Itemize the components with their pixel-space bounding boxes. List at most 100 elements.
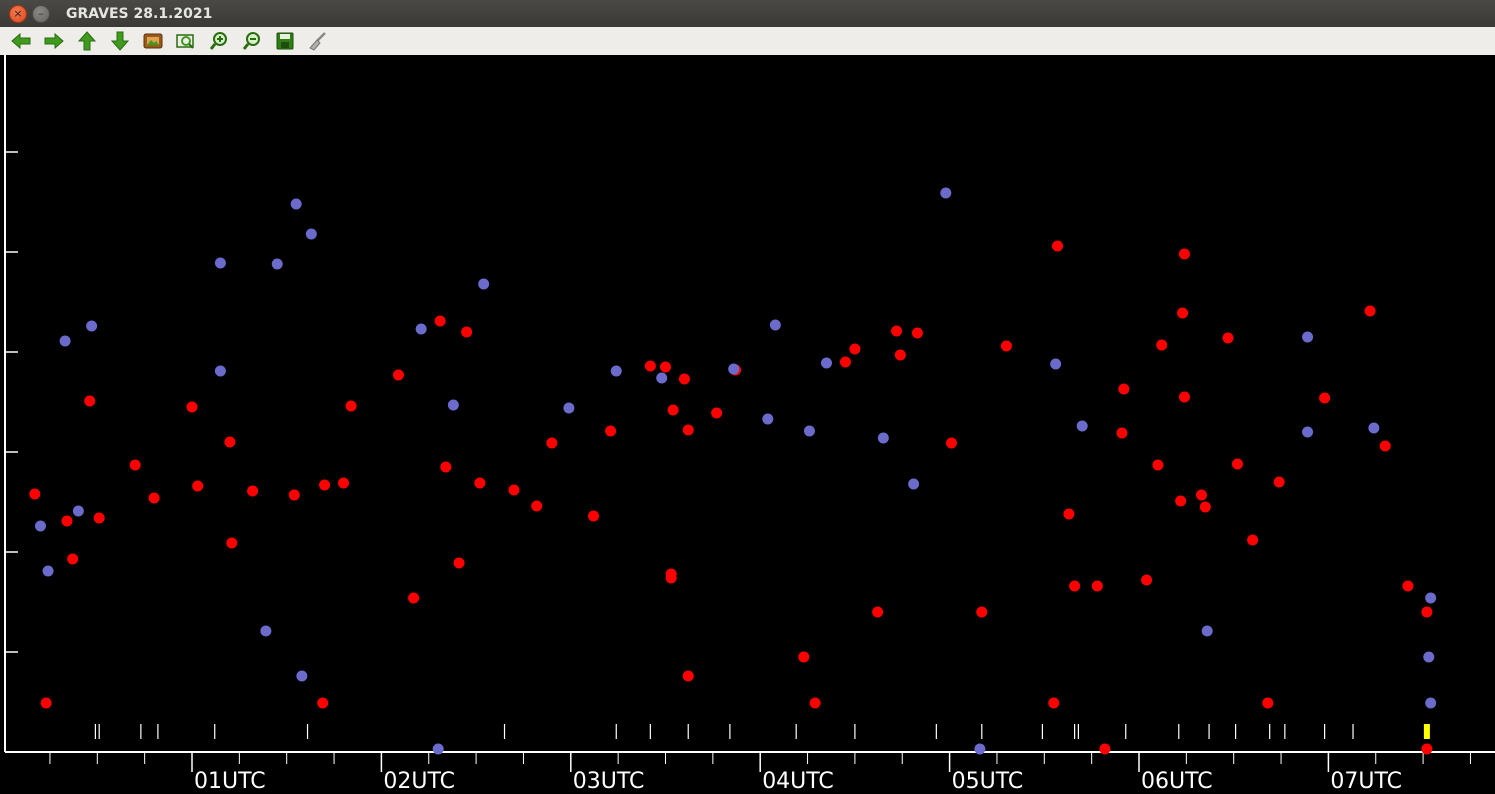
red-point [872,606,884,618]
red-point [849,343,861,355]
blue-point [908,478,920,490]
red-point [1178,248,1190,260]
blue-point [728,363,740,375]
blue-point [762,413,774,425]
x-tick-label: 03UTC [573,769,645,794]
zoom-out-button[interactable] [239,29,265,53]
red-point [1222,332,1234,344]
red-point [891,325,903,337]
zoom-fit-icon [176,34,194,49]
save-button[interactable] [272,29,298,53]
red-point [148,492,160,504]
x-tick-label: 07UTC [1330,769,1402,794]
down-button[interactable] [107,29,133,53]
red-point [1273,476,1285,488]
blue-point [86,320,98,332]
red-point [1099,743,1111,755]
red-point [93,512,105,524]
red-point [192,480,204,492]
red-point [1402,580,1414,592]
red-point [911,327,923,339]
blue-point [296,670,308,682]
red-point [1141,574,1153,586]
blue-point [877,432,889,444]
up-button[interactable] [74,29,100,53]
red-point [1063,508,1075,520]
red-point [338,477,350,489]
red-point [40,697,52,709]
red-point [531,500,543,512]
blue-point [1425,697,1437,709]
red-point [392,369,404,381]
blue-point [1302,426,1314,438]
down-arrow-icon [111,31,129,51]
red-point [1048,697,1060,709]
red-point [798,651,810,663]
red-point [1116,427,1128,439]
blue-point [769,319,781,331]
red-point [247,485,259,497]
blue-point [72,505,84,517]
blue-point [415,323,427,335]
blue-point [271,258,283,270]
blue-point [1425,592,1437,604]
red-point [711,407,723,419]
image-icon [143,33,163,49]
red-point [945,437,957,449]
highlight-mark [1423,724,1430,739]
red-point [1364,305,1376,317]
zoom-fit-button[interactable] [173,29,199,53]
blue-point [974,743,986,755]
image-button[interactable] [140,29,166,53]
red-point [1421,743,1433,755]
red-point [67,553,79,565]
blue-point [59,335,71,347]
forward-button[interactable] [41,29,67,53]
x-tick-label: 06UTC [1141,769,1213,794]
red-point [667,404,679,416]
red-point [440,461,452,473]
red-point [665,568,677,580]
red-point [1199,501,1211,513]
minimize-window-button[interactable]: – [32,4,50,23]
red-point [1247,534,1259,546]
back-button[interactable] [8,29,34,53]
red-point [29,488,41,500]
up-arrow-icon [78,31,96,51]
blue-point [214,257,226,269]
red-point [474,477,486,489]
clear-button[interactable] [305,29,331,53]
red-point [1118,383,1130,395]
red-point [317,697,329,709]
red-point [894,349,906,361]
red-point [288,489,300,501]
zoom-out-icon [242,32,260,50]
red-point [226,537,238,549]
red-point [1421,606,1433,618]
x-tick-label: 04UTC [762,769,834,794]
blue-point [656,372,668,384]
red-point [809,697,821,709]
forward-arrow-icon [44,32,64,50]
red-point [682,670,694,682]
blue-point [432,743,444,755]
red-point [1196,489,1208,501]
blue-point [1201,625,1213,637]
zoom-in-icon [209,32,227,50]
scatter-chart[interactable]: 01UTC 02UTC 03UTC 04UTC 05UTC 06UTC 07UTC [0,55,1495,794]
red-point [461,326,473,338]
red-point [1178,391,1190,403]
window-titlebar[interactable]: × – GRAVES 28.1.2021 [0,0,1495,27]
red-point [434,315,446,327]
close-window-button[interactable]: × [9,4,27,23]
plot-area[interactable]: 01UTC 02UTC 03UTC 04UTC 05UTC 06UTC 07UTC [0,55,1495,794]
minimize-icon: – [38,7,44,20]
red-point [588,510,600,522]
x-tick-label: 02UTC [383,769,455,794]
red-point [129,459,141,471]
zoom-in-button[interactable] [206,29,232,53]
blue-point [610,365,622,377]
blue-point [214,365,226,377]
blue-point [260,625,272,637]
save-icon [276,32,294,50]
